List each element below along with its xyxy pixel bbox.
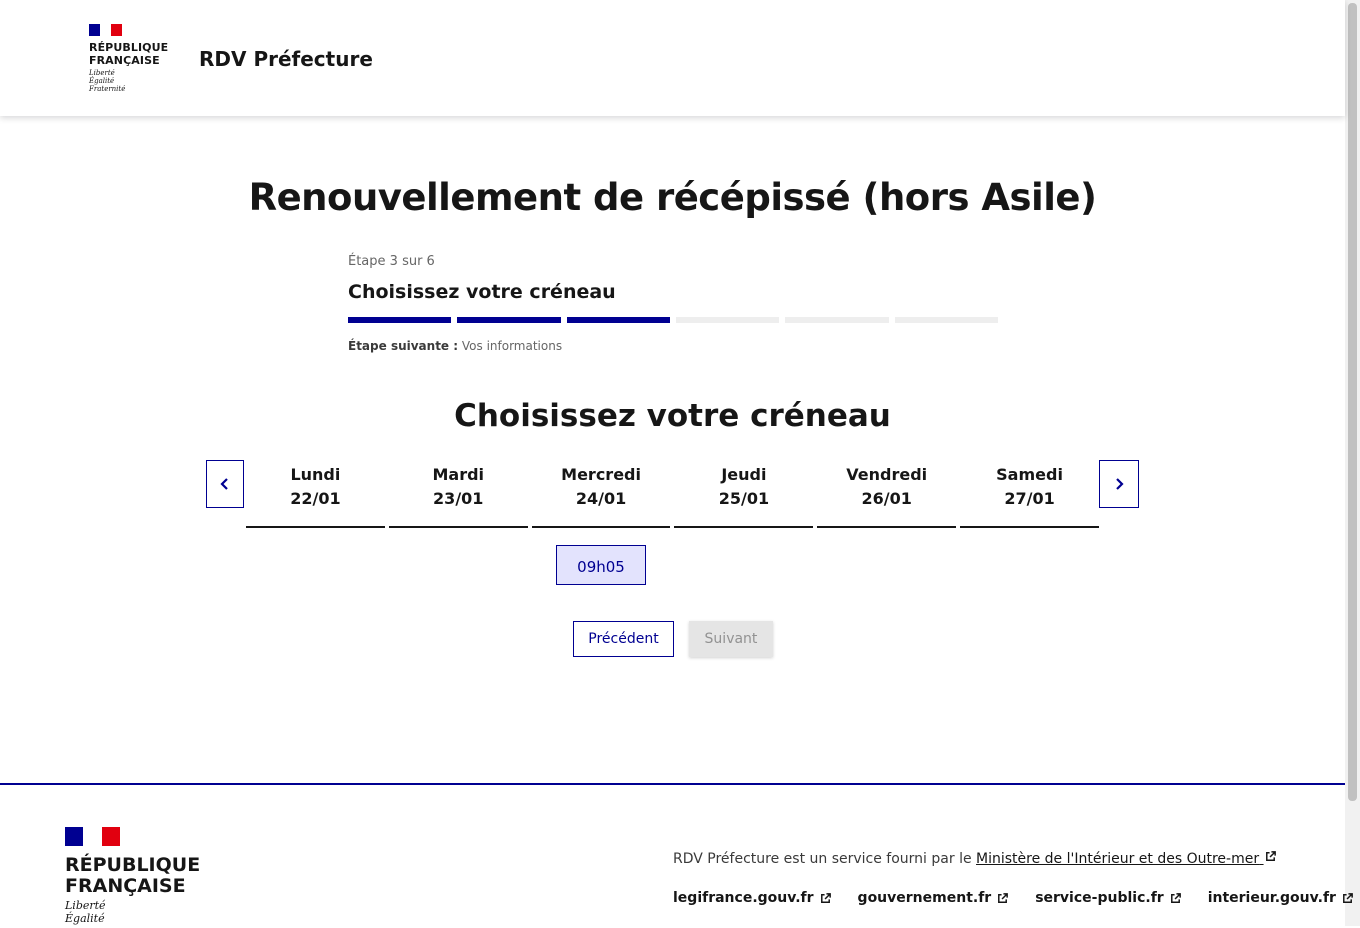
page-title: Renouvellement de récépissé (hors Asile) (248, 176, 1097, 219)
stepper-progress (348, 317, 998, 323)
day-date: 22/01 (290, 489, 341, 508)
section-title: Choisissez votre créneau (454, 398, 891, 434)
time-slot-button[interactable]: 09h05 (556, 545, 646, 585)
day-column-jeudi: Jeudi 25/01 (674, 460, 814, 528)
days-header: Lundi 22/01 Mardi 23/01 Mercredi 24/01 Jeudi 25… (246, 460, 1099, 528)
day-name: Lundi (290, 465, 341, 484)
day-column-mercredi: Mercredi 24/01 (531, 460, 671, 528)
logo-motto: Liberté Égalité Fraternité (89, 69, 126, 93)
external-link-icon (998, 892, 1009, 903)
footer-link-service-public[interactable]: service-public.fr (1035, 890, 1181, 906)
day-date: 26/01 (861, 489, 912, 508)
next-week-button[interactable] (1099, 460, 1139, 508)
day-name: Mardi (432, 465, 485, 484)
external-link-icon (1342, 892, 1353, 903)
footer-description: RDV Préfecture est un service fourni par… (673, 850, 1277, 867)
footer-link-interieur[interactable]: interieur.gouv.fr (1208, 890, 1354, 906)
footer-link-legifrance[interactable]: legifrance.gouv.fr (673, 890, 832, 906)
stepper: Étape 3 sur 6 Choisissez votre créneau É… (348, 254, 998, 353)
next-button-disabled[interactable]: Suivant (689, 621, 773, 657)
stepper-segment (894, 317, 998, 323)
stepper-segment (785, 317, 889, 323)
day-date: 23/01 (433, 489, 484, 508)
stepper-segment (457, 317, 561, 323)
day-date: 24/01 (575, 489, 627, 508)
external-link-icon (1265, 851, 1276, 861)
stepper-title: Choisissez votre créneau (348, 281, 616, 303)
next-step-label: Étape suivante : (348, 339, 459, 353)
day-name: Vendredi (846, 465, 928, 484)
day-name: Samedi (996, 465, 1063, 484)
republique-francaise-logo-text[interactable]: RÉPUBLIQUE FRANÇAISE (89, 41, 168, 67)
stepper-segment (348, 317, 452, 323)
site-header: RÉPUBLIQUE FRANÇAISE Liberté Égalité Fra… (0, 0, 1345, 116)
day-name: Jeudi (721, 465, 767, 484)
service-title[interactable]: RDV Préfecture (199, 47, 373, 71)
chevron-left-icon (220, 478, 228, 490)
scrollbar-thumb[interactable] (1348, 3, 1357, 801)
day-column-samedi: Samedi 27/01 (960, 460, 1099, 528)
previous-week-button[interactable] (206, 460, 244, 508)
stepper-next-step: Étape suivante : Vos informations (348, 339, 998, 353)
day-column-lundi: Lundi 22/01 (246, 460, 385, 528)
footer-flag-logo[interactable] (65, 827, 120, 846)
footer-links: legifrance.gouv.fr gouvernement.fr service… (673, 890, 1354, 906)
footer-motto: Liberté Égalité (65, 899, 106, 925)
stepper-segment (675, 317, 780, 323)
previous-button[interactable]: Précédent (573, 621, 674, 657)
next-step-value: Vos informations (461, 339, 563, 353)
chevron-right-icon (1116, 478, 1124, 490)
ministere-link[interactable]: Ministère de l'Intérieur et des Outre-me… (976, 851, 1277, 867)
external-link-icon (820, 892, 831, 903)
stepper-state: Étape 3 sur 6 (348, 254, 435, 269)
day-column-mardi: Mardi 23/01 (388, 460, 528, 528)
footer-link-gouvernement[interactable]: gouvernement.fr (858, 890, 1010, 906)
day-column-vendredi: Vendredi 26/01 (817, 460, 957, 528)
day-date: 27/01 (1004, 489, 1055, 508)
marianne-flag-logo[interactable] (89, 24, 122, 36)
day-name: Mercredi (561, 465, 641, 484)
day-date: 25/01 (718, 489, 770, 508)
stepper-segment (566, 317, 670, 323)
external-link-icon (1170, 892, 1181, 903)
footer-republique-francaise-text[interactable]: RÉPUBLIQUE FRANÇAISE (65, 855, 200, 897)
site-footer: RÉPUBLIQUE FRANÇAISE Liberté Égalité RDV… (0, 783, 1353, 928)
